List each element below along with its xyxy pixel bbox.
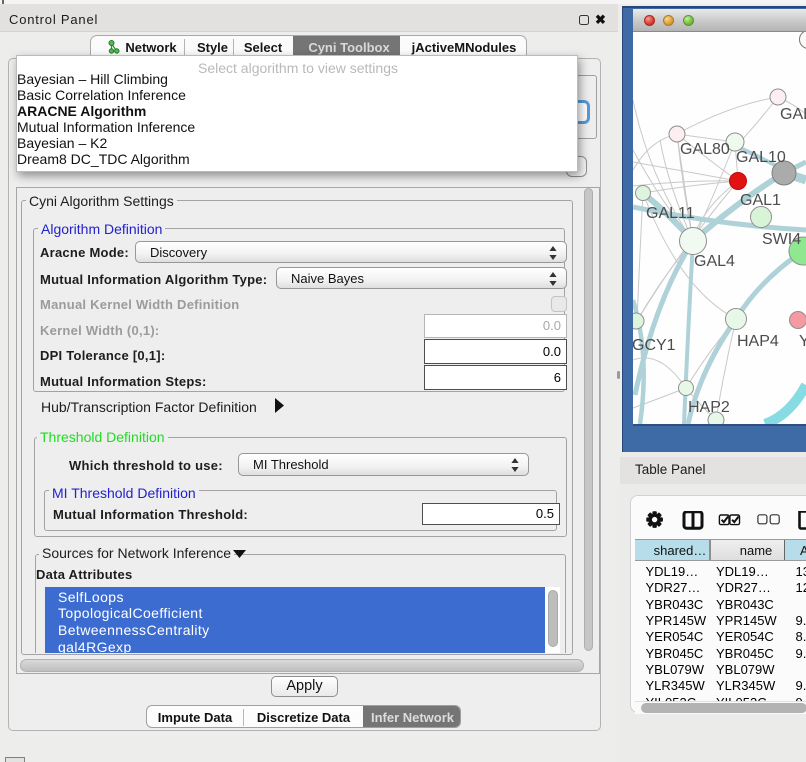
svg-text:GAL1: GAL1 xyxy=(740,192,781,209)
svg-text:HAP4: HAP4 xyxy=(737,333,779,350)
svg-text:GAL10: GAL10 xyxy=(736,149,786,166)
svg-text:GAL11: GAL11 xyxy=(646,205,695,222)
svg-text:GAL7: GAL7 xyxy=(780,106,806,123)
svg-text:GAL80: GAL80 xyxy=(680,141,730,158)
svg-text:GCY1: GCY1 xyxy=(633,337,676,354)
svg-text:HAP2: HAP2 xyxy=(688,399,730,416)
svg-text:GAL4: GAL4 xyxy=(694,253,735,270)
svg-text:SWI4: SWI4 xyxy=(762,231,801,248)
svg-text:Y: Y xyxy=(799,333,806,350)
